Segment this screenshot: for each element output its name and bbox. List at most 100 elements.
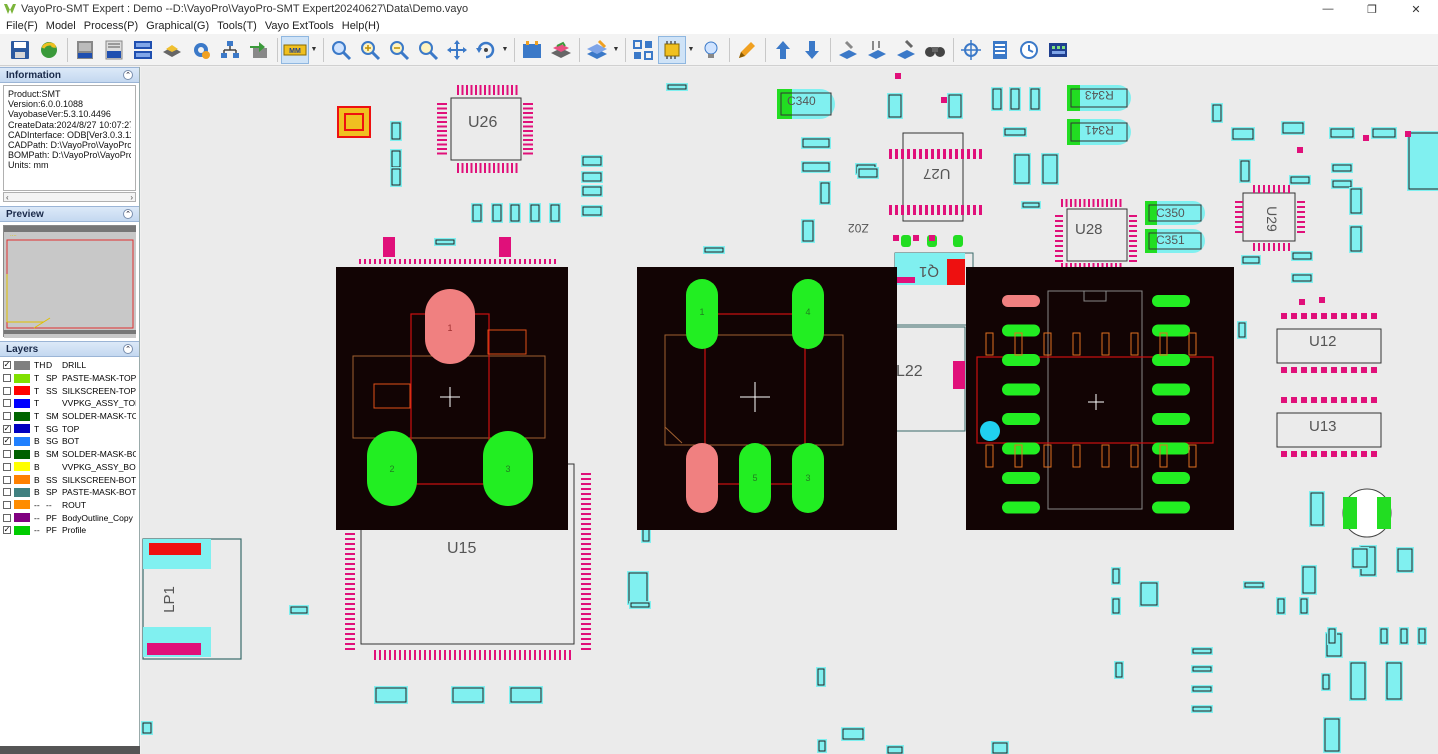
- soic-pad-left[interactable]: [1002, 324, 1040, 337]
- layer-dropdown-arrow[interactable]: ▼: [612, 36, 620, 64]
- layer-visibility-checkbox[interactable]: [3, 374, 11, 383]
- layer-color-swatch[interactable]: [14, 411, 30, 421]
- preview-thumbnail[interactable]: ....: [3, 225, 136, 338]
- soic-lead-top[interactable]: [1072, 332, 1081, 356]
- menu-process[interactable]: Process(P): [82, 20, 144, 32]
- scroll-right-icon[interactable]: ›: [130, 193, 133, 202]
- layer-row[interactable]: -- PF BodyOutline_Copy: [3, 511, 136, 524]
- layer-row[interactable]: B SS SILKSCREEN-BOT: [3, 473, 136, 486]
- layer-color-swatch[interactable]: [14, 424, 30, 434]
- layer-row[interactable]: T SS SILKSCREEN-TOP: [3, 384, 136, 397]
- zoom-in-button[interactable]: [356, 36, 384, 64]
- layer-color-swatch[interactable]: [14, 525, 30, 535]
- export-button[interactable]: [245, 36, 273, 64]
- soic-pad-right[interactable]: [1152, 442, 1190, 455]
- rotate-dropdown-arrow[interactable]: ▼: [501, 36, 509, 64]
- chip-dropdown-arrow[interactable]: ▼: [687, 36, 695, 64]
- measure-button[interactable]: [733, 36, 761, 64]
- layer-visibility-checkbox[interactable]: [3, 450, 11, 459]
- pcb-view-button[interactable]: [1044, 36, 1072, 64]
- report-button[interactable]: [986, 36, 1014, 64]
- layer-row[interactable]: ✓ T SG TOP: [3, 422, 136, 435]
- layer-stack-button[interactable]: [547, 36, 575, 64]
- soic-pad-right[interactable]: [1152, 413, 1190, 425]
- layer-visibility-checkbox[interactable]: [3, 500, 11, 509]
- package-zoom-view-1[interactable]: 1 2 3: [336, 267, 568, 530]
- layer-row[interactable]: T VVPKG_ASSY_TOP: [3, 397, 136, 410]
- layer-visibility-checkbox[interactable]: [3, 386, 11, 395]
- soic-pad-right[interactable]: [1152, 354, 1190, 366]
- soic-pad-right[interactable]: [1152, 472, 1190, 484]
- zoom-window-button[interactable]: [414, 36, 442, 64]
- layer-visibility-checkbox[interactable]: ✓: [3, 361, 11, 370]
- scroll-left-icon[interactable]: ‹: [6, 193, 9, 202]
- locate-button[interactable]: [957, 36, 985, 64]
- menu-tools[interactable]: Tools(T): [215, 20, 263, 32]
- close-button[interactable]: ✕: [1394, 0, 1438, 18]
- menu-graphical[interactable]: Graphical(G): [144, 20, 215, 32]
- soic-lead-bottom[interactable]: [1101, 444, 1110, 468]
- layer-row[interactable]: B SM SOLDER-MASK-BOT: [3, 448, 136, 461]
- layer-row[interactable]: ✓ TH D DRILL: [3, 359, 136, 372]
- board-view-button[interactable]: [518, 36, 546, 64]
- save-button[interactable]: [6, 36, 34, 64]
- maximize-button[interactable]: ❐: [1350, 0, 1394, 18]
- minimize-button[interactable]: —: [1306, 0, 1350, 18]
- zoom-button[interactable]: [327, 36, 355, 64]
- pcb-canvas[interactable]: 1 2 3 1 4 5 3 U26 U15 U27 U28 U29 U12 U1…: [141, 67, 1438, 754]
- layer-color-swatch[interactable]: [14, 373, 30, 383]
- inspect-button[interactable]: [921, 36, 949, 64]
- move-up-button[interactable]: [769, 36, 797, 64]
- probe-button[interactable]: [863, 36, 891, 64]
- layer-visibility-checkbox[interactable]: [3, 412, 11, 421]
- menu-file[interactable]: File(F): [4, 20, 44, 32]
- menu-vayo-exttools[interactable]: Vayo ExtTools: [263, 20, 340, 32]
- import-cad-button[interactable]: [71, 36, 99, 64]
- layer-row[interactable]: T SM SOLDER-MASK-TOP: [3, 410, 136, 423]
- settings-button[interactable]: [187, 36, 215, 64]
- layer-visibility-checkbox[interactable]: ✓: [3, 526, 11, 535]
- layer-row[interactable]: ✓ B SG BOT: [3, 435, 136, 448]
- move-down-button[interactable]: [798, 36, 826, 64]
- soic-lead-top[interactable]: [985, 332, 994, 356]
- clock-button[interactable]: [1015, 36, 1043, 64]
- chip-tool-button[interactable]: [658, 35, 686, 64]
- information-panel-header[interactable]: Information ⌃: [0, 67, 139, 83]
- soic-pad-left[interactable]: [1002, 354, 1040, 366]
- layer-color-swatch[interactable]: [14, 475, 30, 485]
- layer-visibility-checkbox[interactable]: [3, 399, 11, 408]
- soic-pad-left[interactable]: [1002, 501, 1040, 514]
- layer-row[interactable]: -- -- ROUT: [3, 499, 136, 512]
- unit-dropdown-arrow[interactable]: ▼: [310, 36, 318, 64]
- layer-visibility-checkbox[interactable]: ✓: [3, 424, 11, 433]
- package-zoom-view-2[interactable]: 1 4 5 3: [637, 267, 897, 530]
- unit-mm-button[interactable]: MM: [281, 35, 309, 64]
- layer-row[interactable]: B SP PASTE-MASK-BOT: [3, 486, 136, 499]
- layer-color-swatch[interactable]: [14, 398, 30, 408]
- layer-color-swatch[interactable]: [14, 500, 30, 510]
- layer-row[interactable]: ✓ -- PF Profile: [3, 524, 136, 537]
- layer-color-swatch[interactable]: [14, 462, 30, 472]
- layer-visibility-checkbox[interactable]: [3, 475, 11, 484]
- package-zoom-view-3[interactable]: [966, 267, 1234, 530]
- menu-help[interactable]: Help(H): [340, 20, 386, 32]
- soic-lead-top[interactable]: [1130, 332, 1139, 356]
- collapse-information-icon[interactable]: ⌃: [123, 70, 133, 80]
- layer-color-swatch[interactable]: [14, 436, 30, 446]
- soic-pad-left[interactable]: [1002, 383, 1040, 396]
- layer-color-swatch[interactable]: [14, 449, 30, 459]
- layer-row[interactable]: T SP PASTE-MASK-TOP: [3, 372, 136, 385]
- soic-pad-right[interactable]: [1152, 324, 1190, 337]
- collapse-layers-icon[interactable]: ⌃: [123, 344, 133, 354]
- component-button[interactable]: [158, 36, 186, 64]
- layers-panel-header[interactable]: Layers ⌃: [0, 341, 139, 357]
- soic-pad-left[interactable]: [1002, 472, 1040, 484]
- pad-6[interactable]: [686, 443, 718, 513]
- wrench-button[interactable]: [892, 36, 920, 64]
- pan-button[interactable]: [443, 36, 471, 64]
- layer-color-swatch[interactable]: [14, 386, 30, 396]
- soic-lead-bottom[interactable]: [1130, 444, 1139, 468]
- soic-pad-right[interactable]: [1152, 383, 1190, 396]
- soic-lead-bottom[interactable]: [1072, 444, 1081, 468]
- stack-tool-button[interactable]: [834, 36, 862, 64]
